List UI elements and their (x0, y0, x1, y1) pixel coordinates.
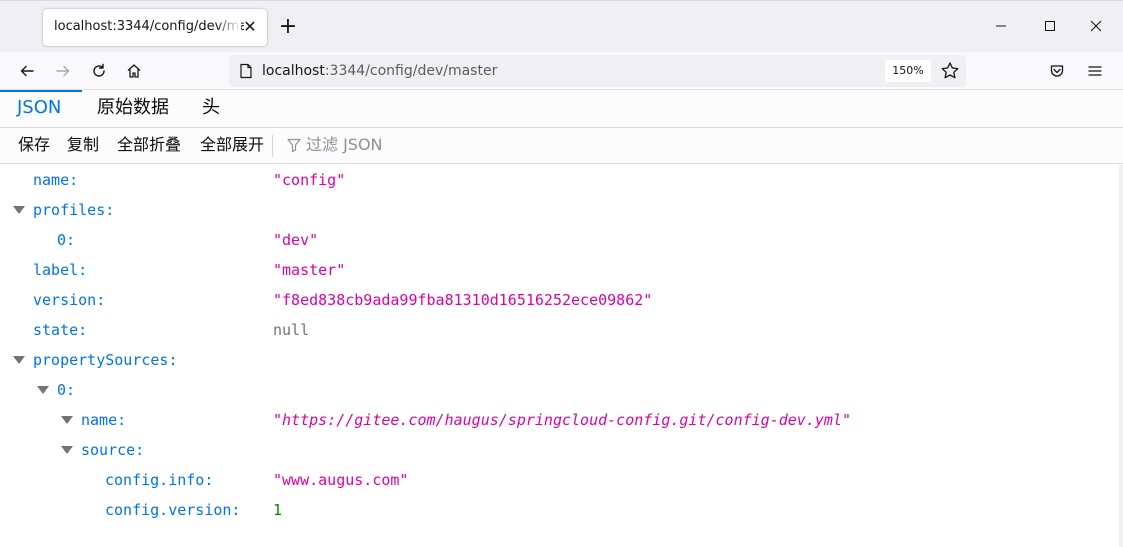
zoom-level-button[interactable]: 150% (885, 60, 931, 82)
close-icon (1090, 20, 1102, 32)
back-arrow-icon (20, 65, 34, 77)
json-value: "f8ed838cb9ada99fba81310d16516252ece0986… (273, 291, 653, 309)
navigation-bar: localhost:3344/config/dev/master 150% (0, 52, 1123, 90)
json-toolbar: 保存 复制 全部折叠 全部展开 过滤 JSON (0, 128, 1123, 164)
json-row[interactable]: source: (0, 435, 1119, 465)
json-key: config.version: (105, 501, 241, 519)
tab-strip: localhost:3344/config/dev/master ✕ + (0, 0, 1123, 52)
twisty-icon[interactable] (13, 206, 25, 214)
json-row[interactable]: name: "https://gitee.com/haugus/springcl… (0, 405, 1119, 435)
json-key: name: (81, 411, 127, 429)
toolbar-divider (272, 135, 273, 157)
back-button[interactable] (13, 57, 41, 85)
json-key: profiles: (33, 201, 115, 219)
json-row[interactable]: name: "config" (0, 165, 1119, 195)
collapse-all-button[interactable]: 全部折叠 (117, 134, 181, 156)
json-key: source: (81, 441, 145, 459)
star-icon[interactable] (939, 60, 961, 82)
json-value: "https://gitee.com/haugus/springcloud-co… (273, 411, 851, 429)
home-icon (127, 64, 141, 78)
json-row[interactable]: state: null (0, 315, 1119, 345)
json-viewer-tabs: JSON 原始数据 头 (0, 90, 1123, 128)
url-path: :3344/config/dev/master (324, 63, 498, 79)
json-value: "master" (273, 261, 346, 279)
json-row[interactable]: profiles: (0, 195, 1119, 225)
twisty-icon[interactable] (37, 386, 49, 394)
json-key: version: (33, 291, 106, 309)
json-value: "www.augus.com" (273, 471, 409, 489)
filter-icon (287, 138, 301, 153)
json-value: null (273, 321, 310, 339)
tab-raw-data[interactable]: 原始数据 (97, 90, 169, 128)
menu-button[interactable] (1081, 57, 1109, 85)
twisty-icon[interactable] (61, 416, 73, 424)
reload-button[interactable] (85, 57, 113, 85)
maximize-button[interactable] (1027, 13, 1073, 41)
json-row[interactable]: config.version: 1 (0, 495, 1119, 525)
json-key: propertySources: (33, 351, 178, 369)
json-row[interactable]: propertySources: (0, 345, 1119, 375)
url-bar[interactable]: localhost:3344/config/dev/master 150% (229, 55, 966, 87)
url-text[interactable]: localhost:3344/config/dev/master (262, 63, 497, 79)
expand-all-button[interactable]: 全部展开 (200, 134, 264, 156)
close-window-button[interactable] (1073, 13, 1119, 41)
json-key: state: (33, 321, 88, 339)
page-icon (240, 63, 252, 79)
reload-icon (93, 63, 105, 77)
maximize-icon (1045, 21, 1055, 31)
json-key: config.info: (105, 471, 214, 489)
json-tree: name: "config" profiles: 0: "dev" label:… (0, 165, 1123, 547)
tab-headers[interactable]: 头 (202, 90, 220, 128)
pocket-button[interactable] (1043, 57, 1071, 85)
tab-json[interactable]: JSON (17, 90, 61, 128)
minimize-button[interactable] (978, 13, 1024, 41)
tab-title-fade (215, 9, 241, 46)
json-row[interactable]: config.info: "www.augus.com" (0, 465, 1119, 495)
json-key: 0: (57, 231, 76, 249)
copy-button[interactable]: 复制 (67, 134, 99, 156)
twisty-icon[interactable] (61, 446, 73, 454)
pocket-icon (1050, 65, 1064, 77)
close-tab-icon[interactable]: ✕ (241, 18, 259, 36)
json-value: 1 (273, 501, 283, 519)
menu-icon (1088, 66, 1102, 76)
new-tab-button[interactable]: + (278, 15, 298, 39)
json-row[interactable]: 0: "dev" (0, 225, 1119, 255)
minimize-icon (996, 25, 1006, 27)
url-host: localhost (262, 63, 325, 79)
json-row[interactable]: label: "master" (0, 255, 1119, 285)
json-row[interactable]: version: "f8ed838cb9ada99fba81310d165162… (0, 285, 1119, 315)
home-button[interactable] (120, 57, 148, 85)
json-value: "config" (273, 171, 346, 189)
json-key: label: (33, 261, 88, 279)
json-value: "dev" (273, 231, 319, 249)
filter-json-input[interactable]: 过滤 JSON (286, 134, 383, 156)
twisty-icon[interactable] (13, 356, 25, 364)
browser-tab[interactable]: localhost:3344/config/dev/master ✕ (43, 9, 267, 46)
scrollbar-track[interactable] (1119, 165, 1123, 547)
save-button[interactable]: 保存 (18, 134, 50, 156)
forward-button[interactable] (49, 57, 77, 85)
json-key: name: (33, 171, 79, 189)
json-key: 0: (57, 381, 76, 399)
json-row[interactable]: 0: (0, 375, 1119, 405)
filter-placeholder: 过滤 JSON (306, 135, 383, 154)
forward-arrow-icon (56, 65, 70, 77)
